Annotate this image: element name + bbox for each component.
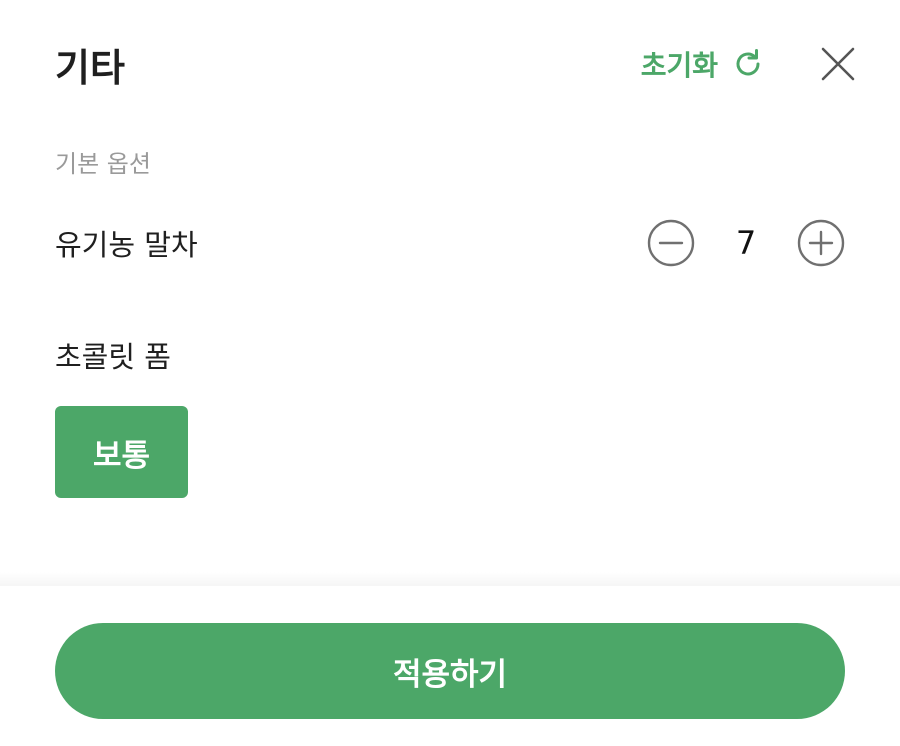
sheet-header: 기타 초기화 <box>55 30 858 98</box>
decrease-button[interactable] <box>647 219 695 267</box>
group-title: 초콜릿 폼 <box>55 340 171 374</box>
option-row: 유기농 말차 7 <box>55 212 845 274</box>
reset-button[interactable]: 초기화 <box>641 44 766 84</box>
increase-button[interactable] <box>797 219 845 267</box>
header-actions: 초기화 <box>641 44 858 84</box>
footer-divider <box>0 572 900 586</box>
section-label: 기본 옵션 <box>55 150 151 178</box>
quantity-stepper: 7 <box>647 219 845 267</box>
close-button[interactable] <box>818 44 858 84</box>
reset-label: 초기화 <box>640 49 718 82</box>
quantity-value: 7 <box>735 224 757 262</box>
close-icon <box>821 47 855 81</box>
refresh-icon <box>736 49 760 76</box>
option-name: 유기농 말차 <box>55 228 198 262</box>
options-sheet: 기타 초기화 기본 옵션 유기농 말차 7 초콜릿 폼 보통 적용하기 <box>0 0 900 746</box>
option-chip-selected[interactable]: 보통 <box>55 406 188 498</box>
minus-circle-icon <box>647 219 695 267</box>
page-title: 기타 <box>55 45 125 90</box>
apply-button[interactable]: 적용하기 <box>55 623 845 719</box>
sheet-footer: 적용하기 <box>0 586 900 746</box>
plus-circle-icon <box>797 219 845 267</box>
